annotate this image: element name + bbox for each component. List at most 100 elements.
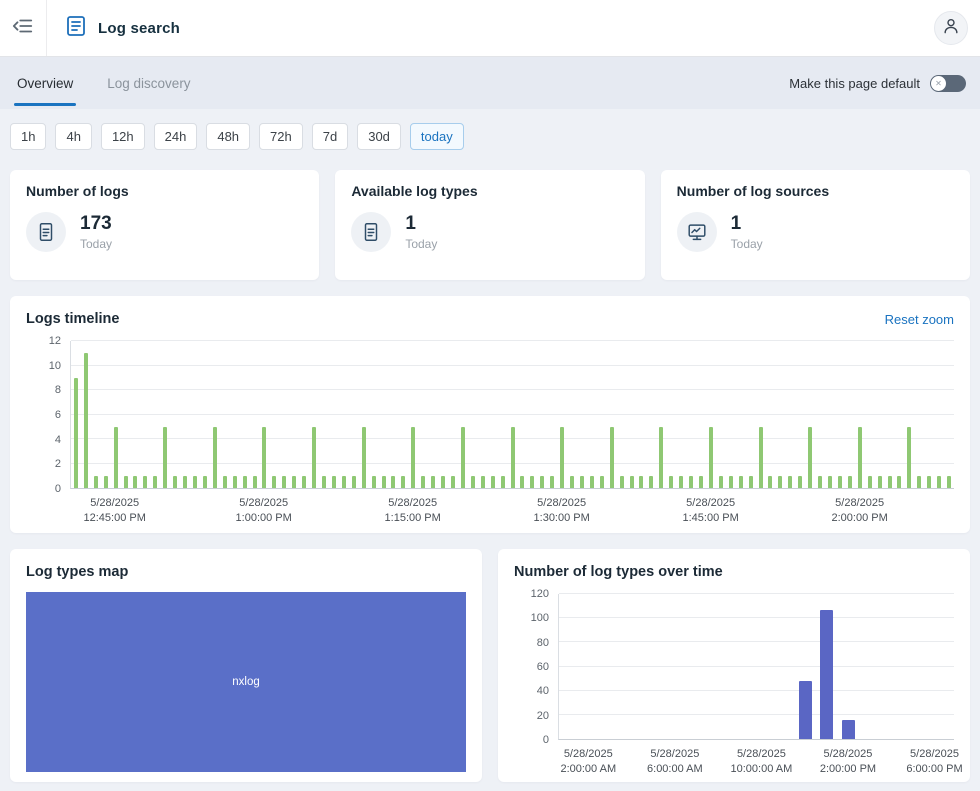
tab-overview-label: Overview [17,76,73,91]
bottom-row: Log types map nxlog Number of log types … [10,549,970,782]
log-types-treemap: nxlog [26,592,466,772]
log-search-logo-icon [64,14,88,43]
chart-bar [94,476,98,488]
chart-bar [74,378,78,488]
chart-bar [441,476,445,488]
make-default-toggle[interactable]: ✕ [930,75,966,92]
tab-log-discovery[interactable]: Log discovery [90,57,207,109]
stat-title: Number of logs [26,183,303,199]
chart-bar [124,476,128,488]
chart-bar [163,427,167,488]
chart-bar [153,476,157,488]
log-source-icon [677,212,717,252]
x-axis-tick-label: 5/28/20252:00:00 PM [820,747,876,777]
y-axis-tick-label: 0 [543,734,549,746]
time-range-12h[interactable]: 12h [101,123,145,150]
time-range-today[interactable]: today [410,123,464,150]
chart-bar [292,476,296,488]
tab-bar: Overview Log discovery Make this page de… [0,57,980,109]
stat-period: Today [405,237,437,251]
chart-bar [352,476,356,488]
chart-bar [530,476,534,488]
chart-bar [888,476,892,488]
x-axis: 5/28/202512:45:00 PM5/28/20251:00:00 PM5… [70,489,954,525]
log-types-over-time-panel: Number of log types over time 0204060801… [498,549,970,782]
time-range-24h[interactable]: 24h [154,123,198,150]
chart-bar [759,427,763,488]
log-types-over-time-plot[interactable] [558,594,954,740]
reset-zoom-link[interactable]: Reset zoom [885,312,954,327]
chart-bar [312,427,316,488]
page-title: Log search [98,20,180,37]
logs-timeline-plot[interactable] [70,341,954,489]
stat-period: Today [80,237,112,251]
chart-bar [679,476,683,488]
log-types-map-panel: Log types map nxlog [10,549,482,782]
chart-bar [927,476,931,488]
x-axis: 5/28/20252:00:00 AM5/28/20256:00:00 AM5/… [558,740,954,776]
chart-bar [820,610,833,739]
chart-bar [491,476,495,488]
chart-bar [659,427,663,488]
chart-bar [362,427,366,488]
time-range-4h[interactable]: 4h [55,123,91,150]
y-axis-tick-label: 80 [537,637,549,649]
x-axis-tick-label: 5/28/20251:30:00 PM [534,496,590,526]
person-icon [941,16,961,41]
x-axis-tick-label: 5/28/20251:45:00 PM [683,496,739,526]
chart-bar [689,476,693,488]
y-axis-tick-label: 100 [531,612,549,624]
chart-bar [520,476,524,488]
y-axis-tick-label: 0 [55,483,61,495]
stats-row: Number of logs 173 Today Available log t… [10,170,970,280]
chart-bar [223,476,227,488]
chart-bar [203,476,207,488]
chart-bar [600,476,604,488]
y-axis-tick-label: 8 [55,384,61,396]
chart-bar [907,427,911,488]
tab-log-discovery-label: Log discovery [107,76,190,91]
make-default-label: Make this page default [789,76,920,91]
y-axis-tick-label: 4 [55,434,61,446]
chart-bar [253,476,257,488]
chart-bar [947,476,951,488]
chart-bar [322,476,326,488]
chart-bar [878,476,882,488]
user-menu-button[interactable] [934,11,968,45]
treemap-rect-nxlog[interactable]: nxlog [26,592,466,772]
chart-bar [183,476,187,488]
time-range-72h[interactable]: 72h [259,123,303,150]
chart-bar [858,427,862,488]
time-range-1h[interactable]: 1h [10,123,46,150]
stat-value: 173 [80,213,112,235]
chart-bar [84,353,88,488]
chart-bar [778,476,782,488]
chart-bar [842,720,855,739]
time-range-48h[interactable]: 48h [206,123,250,150]
gridline [71,365,954,366]
y-axis-tick-label: 60 [537,661,549,673]
chart-bar [719,476,723,488]
time-range-7d[interactable]: 7d [312,123,348,150]
app-header: Log search [0,0,980,57]
gridline [559,690,954,691]
chart-bar [788,476,792,488]
logs-timeline-title: Logs timeline [26,311,119,327]
time-range-30d[interactable]: 30d [357,123,401,150]
gridline [559,617,954,618]
y-axis-tick-label: 12 [49,335,61,347]
y-axis-tick-label: 2 [55,458,61,470]
chart-bar [411,427,415,488]
chart-bar [570,476,574,488]
chart-bar [272,476,276,488]
chart-bar [282,476,286,488]
chart-bar [511,427,515,488]
y-axis-tick-label: 120 [531,588,549,600]
sidebar-toggle-button[interactable] [0,0,47,56]
tab-overview[interactable]: Overview [0,57,90,109]
gridline [71,340,954,341]
chart-bar [213,427,217,488]
stat-value: 1 [731,213,763,235]
chart-bar [937,476,941,488]
menu-open-icon [12,15,34,42]
